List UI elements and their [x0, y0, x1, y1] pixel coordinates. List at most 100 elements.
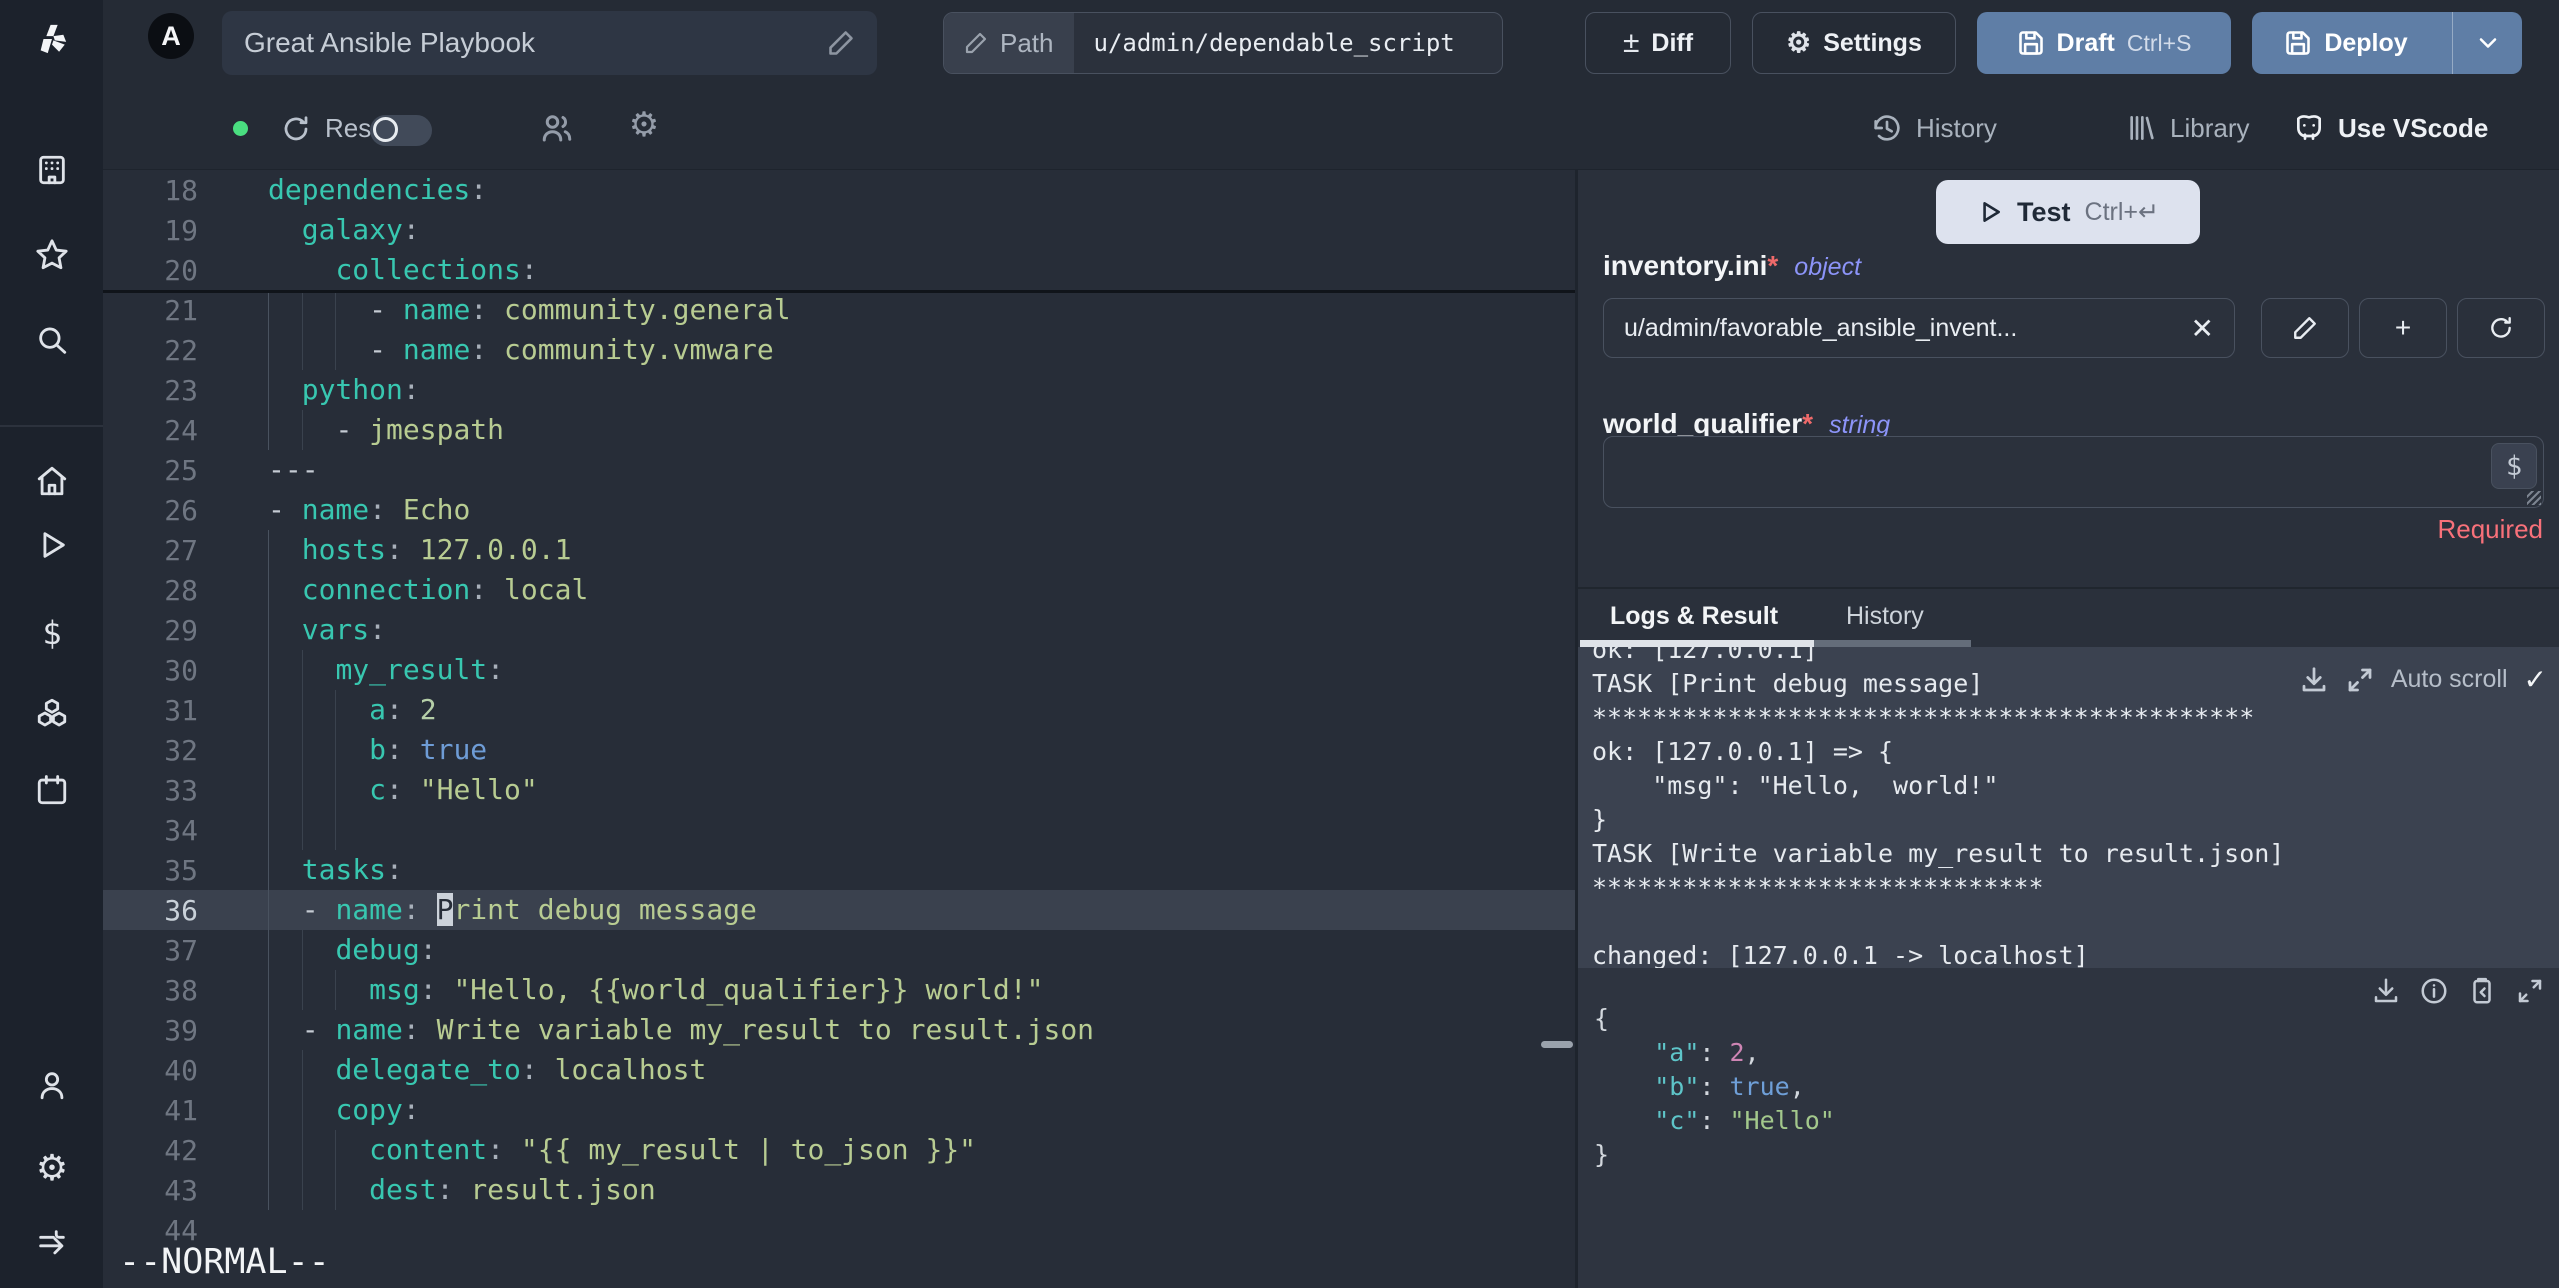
download-result-icon[interactable] — [2371, 976, 2401, 1006]
resources-cubes-icon[interactable] — [35, 696, 69, 730]
title-input[interactable]: Great Ansible Playbook — [222, 11, 877, 75]
code-line: 38 msg: "Hello, {{world_qualifier}} worl… — [103, 970, 1575, 1010]
copy-clipboard-icon[interactable] — [2467, 976, 2497, 1006]
mode-toggle[interactable] — [370, 115, 432, 146]
diff-button[interactable]: ± Diff — [1585, 12, 1731, 74]
check-icon[interactable]: ✓ — [2524, 663, 2547, 696]
indent-guide — [268, 970, 269, 1010]
user-icon[interactable] — [35, 1068, 69, 1102]
history-clock-icon — [1874, 115, 1900, 141]
result-json-viewer: { "a": 2, "b": true, "c": "Hello"} — [1594, 1002, 1835, 1172]
expand-logs-icon[interactable] — [2345, 665, 2375, 695]
insert-variable-button[interactable]: $ — [2491, 443, 2537, 489]
edit-resource-button[interactable] — [2261, 298, 2349, 358]
indent-guide — [268, 730, 269, 770]
inventory-input-field[interactable] — [1624, 313, 2181, 343]
line-number: 19 — [164, 213, 198, 247]
code-line: 33 c: "Hello" — [103, 770, 1575, 810]
favorites-star-icon[interactable] — [35, 238, 69, 272]
draft-button[interactable]: Draft Ctrl+S — [1977, 12, 2231, 74]
schedules-calendar-icon[interactable] — [35, 773, 69, 807]
logout-icon[interactable] — [35, 1226, 69, 1260]
resize-handle[interactable] — [2527, 491, 2541, 505]
test-button[interactable]: Test Ctrl+↵ — [1936, 180, 2200, 244]
code-line: 28 connection: local — [103, 570, 1575, 610]
clear-icon[interactable]: ✕ — [2191, 312, 2214, 345]
workspace-building-icon[interactable] — [35, 153, 69, 187]
indent-guide — [301, 810, 303, 850]
log-line: ****************************************… — [1592, 703, 2255, 732]
indent-guide — [268, 1050, 269, 1090]
draft-shortcut: Ctrl+S — [2126, 29, 2192, 56]
save-icon — [2018, 31, 2043, 55]
tab-logs-result[interactable]: Logs & Result — [1610, 602, 1778, 631]
settings-gear-icon[interactable]: ⚙ — [35, 1150, 69, 1186]
indent-guide — [301, 730, 303, 770]
code-line: 32 b: true — [103, 730, 1575, 770]
info-icon[interactable] — [2419, 976, 2449, 1006]
refresh-resource-button[interactable] — [2457, 298, 2545, 358]
history-button[interactable]: History — [1871, 112, 1997, 144]
line-number: 18 — [164, 173, 198, 207]
variables-dollar-icon[interactable]: $ — [35, 616, 69, 650]
inventory-resource-input[interactable]: ✕ — [1603, 298, 2235, 358]
expand-result-icon[interactable] — [2515, 976, 2545, 1006]
path-chip[interactable]: Path u/admin/dependable_script — [943, 12, 1503, 74]
home-icon[interactable] — [35, 464, 69, 498]
right-panel: Test Ctrl+↵ inventory.ini* object ✕ + wo… — [1578, 170, 2559, 1288]
auto-scroll-label[interactable]: Auto scroll — [2391, 665, 2508, 694]
toggle-knob — [373, 117, 398, 142]
code-text: collections: — [335, 253, 538, 286]
line-number: 38 — [164, 973, 198, 1007]
result-pane[interactable]: { "a": 2, "b": true, "c": "Hello"} — [1578, 968, 2559, 1288]
code-text: --- — [268, 453, 319, 486]
settings-button[interactable]: ⚙ Settings — [1752, 12, 1956, 74]
required-error-text: Required — [2437, 514, 2543, 544]
tab-history[interactable]: History — [1846, 602, 1924, 631]
pencil-icon — [2294, 317, 2316, 339]
inventory-field-label: inventory.ini* object — [1603, 250, 1861, 282]
indent-guide — [268, 1130, 269, 1170]
panel-splitter[interactable] — [1575, 170, 1578, 1288]
code-line: 30 my_result: — [103, 650, 1575, 690]
collaborators-icon[interactable] — [539, 110, 575, 146]
splitter-drag-handle[interactable] — [1541, 1041, 1573, 1048]
code-text: - name: Write variable my_result to resu… — [301, 1013, 1095, 1046]
code-rows: 18 dependencies: 19 galaxy: 20 collections:… — [103, 170, 1575, 1250]
search-icon[interactable] — [35, 324, 69, 358]
use-vscode-button[interactable]: Use VScode — [2293, 112, 2488, 144]
indent-guide — [268, 1010, 269, 1050]
deploy-dropdown-button[interactable] — [2452, 12, 2522, 74]
inactive-tab-underline — [1814, 640, 1971, 647]
windmill-logo-icon[interactable] — [35, 22, 69, 56]
play-icon — [1983, 202, 2000, 222]
sidebar: $ ⚙ — [0, 0, 103, 1288]
add-resource-button[interactable]: + — [2359, 298, 2447, 358]
indent-guide — [301, 1050, 303, 1090]
line-number: 27 — [164, 533, 198, 567]
log-lines: TASK [Print debug message] **************… — [1578, 667, 2559, 968]
deploy-main[interactable]: Deploy — [2252, 12, 2440, 74]
code-line: 31 a: 2 — [103, 690, 1575, 730]
code-text: msg: "Hello, {{world_qualifier}} world!" — [369, 973, 1044, 1006]
line-number: 39 — [164, 1013, 198, 1047]
line-number: 20 — [164, 253, 198, 287]
edit-pencil-icon[interactable] — [827, 29, 855, 57]
vim-mode-status: --NORMAL-- — [119, 1242, 330, 1282]
runs-play-icon[interactable] — [35, 528, 69, 562]
line-number: 40 — [164, 1053, 198, 1087]
deploy-button[interactable]: Deploy — [2252, 12, 2522, 74]
download-logs-icon[interactable] — [2299, 665, 2329, 695]
line-number: 41 — [164, 1093, 198, 1127]
world-qualifier-textarea[interactable]: $ — [1603, 436, 2544, 508]
line-number: 25 — [164, 453, 198, 487]
code-text: a: 2 — [369, 693, 437, 726]
code-editor[interactable]: 18 dependencies: 19 galaxy: 20 collections:… — [103, 170, 1575, 1288]
log-output-pane[interactable]: ok: [127.0.0.1] TASK [Print debug messag… — [1578, 647, 2559, 968]
editor-settings-gear-icon[interactable]: ⚙ — [626, 108, 662, 144]
line-number: 37 — [164, 933, 198, 967]
topbar: A Great Ansible Playbook Path u/admin/de… — [103, 0, 2559, 90]
settings-label: Settings — [1823, 28, 1922, 57]
library-button[interactable]: Library — [2125, 112, 2249, 144]
code-line: 23 python: — [103, 370, 1575, 410]
